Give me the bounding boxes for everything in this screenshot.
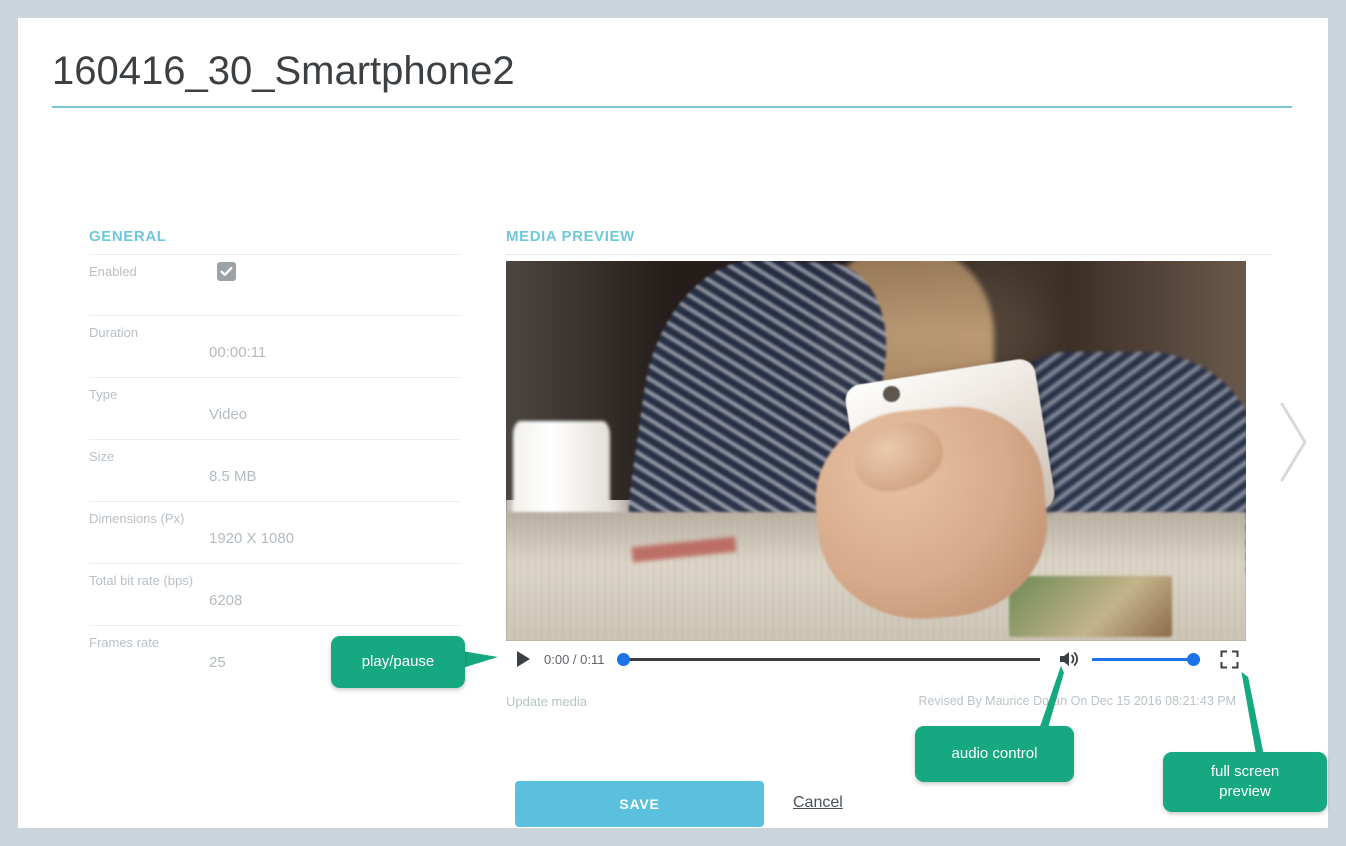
field-label-dimensions: Dimensions (Px): [89, 511, 185, 526]
chevron-right-icon: [1280, 402, 1307, 482]
next-asset-button[interactable]: [1274, 396, 1314, 488]
video-newspaper-photo: [1009, 576, 1172, 638]
callout-fullscreen-line1: full screen: [1210, 763, 1280, 780]
field-row-bitrate: Total bit rate (bps) 6208: [89, 564, 461, 626]
field-value-type: Video: [209, 406, 248, 423]
field-value-dimensions: 1920 X 1080: [209, 530, 295, 547]
fullscreen-icon: [1220, 650, 1238, 668]
field-row-type: Type Video: [89, 378, 461, 440]
field-row-dimensions: Dimensions (Px) 1920 X 1080: [89, 502, 461, 564]
enabled-checkbox[interactable]: [217, 262, 236, 281]
field-row-size: Size 8.5 MB: [89, 440, 461, 502]
media-preview-divider: [506, 254, 1272, 255]
update-media-link[interactable]: Update media: [506, 694, 587, 709]
volume-slider[interactable]: [1092, 652, 1200, 666]
progress-slider[interactable]: [617, 652, 1040, 666]
play-pause-button[interactable]: [506, 642, 540, 676]
field-label-framerate: Frames rate: [89, 635, 160, 650]
field-value-duration: 00:00:11: [209, 344, 267, 361]
progress-track: [618, 657, 1040, 661]
page-title: 160416_30_Smartphone2: [52, 49, 515, 93]
asset-detail-card: 160416_30_Smartphone2 GENERAL Enabled Du…: [18, 18, 1328, 828]
callout-audio-control: audio control: [915, 726, 1074, 782]
volume-knob[interactable]: [1187, 652, 1200, 666]
revised-by-text: Revised By Maurice Doran On Dec 15 2016 …: [918, 694, 1236, 708]
field-row-duration: Duration 00:00:11: [89, 316, 461, 378]
callout-fullscreen-preview: full screen preview: [1163, 752, 1327, 812]
general-fields: Enabled Duration 00:00:11 Type Video Siz…: [89, 254, 461, 688]
field-value-bitrate: 6208: [209, 592, 243, 609]
callout-fullscreen-line2: preview: [1219, 783, 1271, 800]
field-label-duration: Duration: [89, 325, 139, 340]
video-phone-camera: [883, 386, 900, 403]
field-label-size: Size: [89, 449, 115, 464]
callout-tail-fullscreen: [1241, 672, 1264, 756]
mute-button[interactable]: [1052, 642, 1086, 676]
callout-play-pause: play/pause: [331, 636, 465, 688]
check-icon: [220, 266, 233, 276]
media-preview-heading: MEDIA PREVIEW: [506, 228, 635, 245]
video-player-surface[interactable]: [506, 261, 1246, 641]
field-label-enabled: Enabled: [89, 264, 137, 279]
general-section-heading: GENERAL: [89, 228, 167, 245]
field-label-type: Type: [89, 387, 118, 402]
field-label-bitrate: Total bit rate (bps): [89, 573, 194, 588]
cancel-link[interactable]: Cancel: [793, 794, 843, 812]
fullscreen-button[interactable]: [1212, 642, 1246, 676]
progress-knob[interactable]: [617, 652, 631, 666]
field-row-enabled: Enabled: [89, 254, 461, 316]
save-button[interactable]: SAVE: [515, 781, 764, 827]
volume-track: [1092, 657, 1200, 661]
speaker-volume-icon: [1060, 652, 1078, 666]
title-block: 160416_30_Smartphone2: [52, 44, 1292, 108]
field-value-framerate: 25: [209, 654, 226, 671]
play-icon: [516, 651, 530, 667]
video-controls-bar: 0:00 / 0:11: [506, 641, 1246, 677]
time-display: 0:00 / 0:11: [544, 651, 605, 667]
title-divider: [52, 106, 1292, 108]
callout-fullscreen-text: full screen preview: [1211, 762, 1279, 802]
field-value-size: 8.5 MB: [209, 468, 257, 485]
